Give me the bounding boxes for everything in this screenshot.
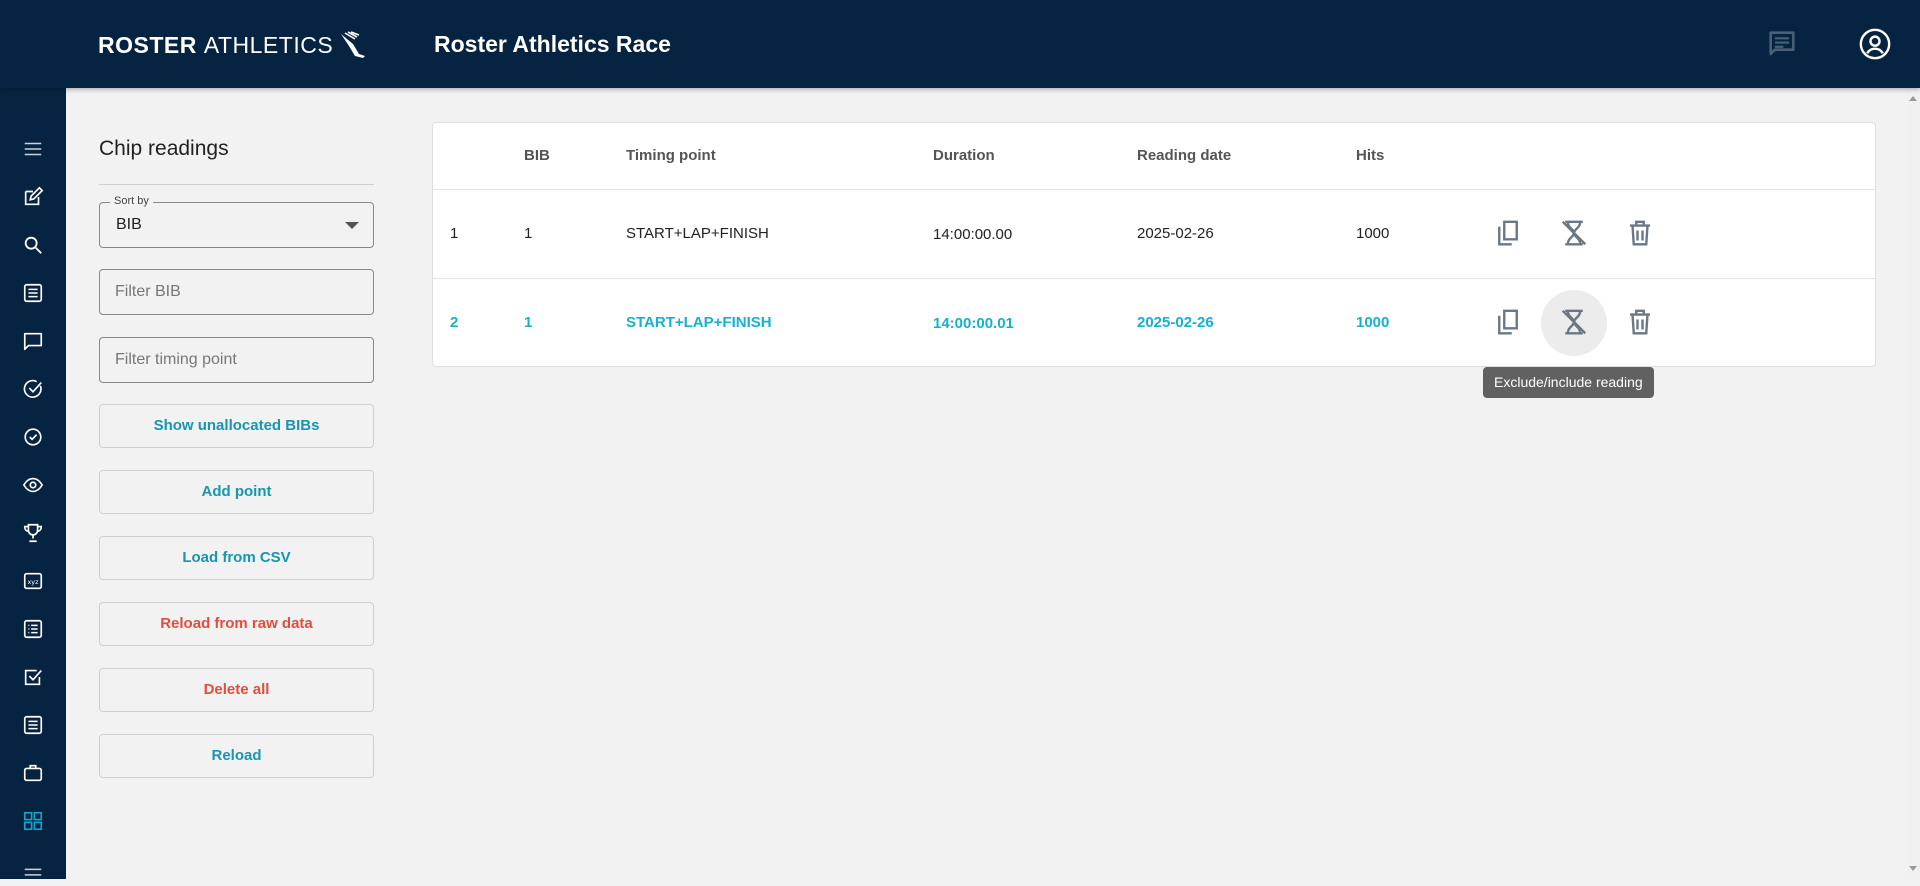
row-bib: 1 — [524, 314, 533, 331]
sidebar: xyz — [0, 88, 66, 879]
list-icon[interactable] — [20, 280, 46, 306]
briefcase-icon[interactable] — [20, 760, 46, 786]
filter-timing-field — [99, 337, 374, 383]
edit-icon[interactable] — [20, 184, 46, 210]
sort-label: Sort by — [110, 195, 153, 207]
search-icon[interactable] — [20, 232, 46, 258]
delete-all-button[interactable]: Delete all — [99, 668, 374, 712]
logo-text-light: ATHLETICS — [203, 31, 334, 58]
scroll-down-icon[interactable] — [1909, 866, 1917, 871]
column-header-timing-point[interactable]: Timing point — [626, 147, 716, 164]
reload-raw-button[interactable]: Reload from raw data — [99, 602, 374, 646]
row-hits: 1000 — [1356, 314, 1390, 331]
scroll-up-icon[interactable] — [1909, 96, 1917, 101]
column-header-reading-date[interactable]: Reading date — [1137, 147, 1231, 164]
row-hits: 1000 — [1356, 225, 1390, 242]
logo-text-bold: ROSTER — [98, 31, 197, 58]
app-title: Roster Athletics Race — [434, 31, 671, 57]
list-alt-icon[interactable] — [20, 616, 46, 642]
divider — [99, 184, 374, 185]
sort-select[interactable]: Sort by BIB — [99, 195, 374, 248]
filter-bib-field — [99, 269, 374, 315]
top-bar: ROSTER ATHLETICS Roster Athletics Race — [0, 0, 1920, 88]
row-number: 2 — [450, 314, 459, 331]
check-circle-icon[interactable] — [20, 376, 46, 402]
filter-bib-input[interactable] — [100, 270, 355, 314]
page-title: Chip readings — [99, 137, 229, 160]
hourglass-disabled-icon[interactable] — [1559, 218, 1589, 248]
svg-text:xyz: xyz — [28, 578, 40, 586]
xyz-icon[interactable]: xyz — [20, 568, 46, 594]
row-timing-point: START+LAP+FINISH — [626, 225, 769, 242]
row-reading-date: 2025-02-26 — [1137, 314, 1214, 331]
grid-icon[interactable] — [20, 808, 46, 834]
copy-icon[interactable] — [1493, 307, 1523, 337]
chevron-down-icon — [345, 222, 359, 229]
menu-icon[interactable] — [20, 136, 46, 162]
row-reading-date: 2025-02-26 — [1137, 225, 1214, 242]
check-circle-icon[interactable] — [20, 424, 46, 450]
row-number: 1 — [450, 225, 459, 242]
readings-table: BIB Timing point Duration Reading date H… — [432, 122, 1876, 367]
divider — [433, 189, 1875, 190]
column-header-hits[interactable]: Hits — [1356, 147, 1384, 164]
trophy-icon[interactable] — [20, 520, 46, 546]
row-duration: 14:00:00.00 — [933, 226, 1013, 243]
chat-icon[interactable] — [20, 328, 46, 354]
trash-icon[interactable] — [1625, 218, 1655, 248]
menu-icon[interactable] — [20, 860, 46, 886]
logo[interactable]: ROSTER ATHLETICS — [98, 30, 367, 60]
winged-shoe-icon — [341, 31, 366, 58]
row-bib: 1 — [524, 225, 533, 242]
document-icon[interactable] — [20, 712, 46, 738]
divider — [433, 278, 1875, 279]
chat-icon[interactable] — [1765, 27, 1799, 61]
load-csv-button[interactable]: Load from CSV — [99, 536, 374, 580]
account-circle-icon[interactable] — [1858, 27, 1892, 61]
trash-icon[interactable] — [1625, 307, 1655, 337]
eye-icon[interactable] — [20, 472, 46, 498]
row-duration: 14:00:00.01 — [933, 315, 1014, 332]
scrollbar[interactable] — [1906, 88, 1920, 879]
column-header-bib[interactable]: BIB — [524, 147, 550, 164]
filter-timing-input[interactable] — [100, 338, 355, 382]
tooltip: Exclude/include reading — [1483, 367, 1654, 398]
hourglass-disabled-icon[interactable] — [1559, 307, 1589, 337]
add-point-button[interactable]: Add point — [99, 470, 374, 514]
reload-button[interactable]: Reload — [99, 734, 374, 778]
row-timing-point: START+LAP+FINISH — [626, 314, 772, 331]
column-header-duration[interactable]: Duration — [933, 147, 995, 164]
checkbox-icon[interactable] — [20, 664, 46, 690]
copy-icon[interactable] — [1493, 218, 1523, 248]
sort-value: BIB — [116, 216, 142, 233]
show-unallocated-button[interactable]: Show unallocated BIBs — [99, 404, 374, 448]
